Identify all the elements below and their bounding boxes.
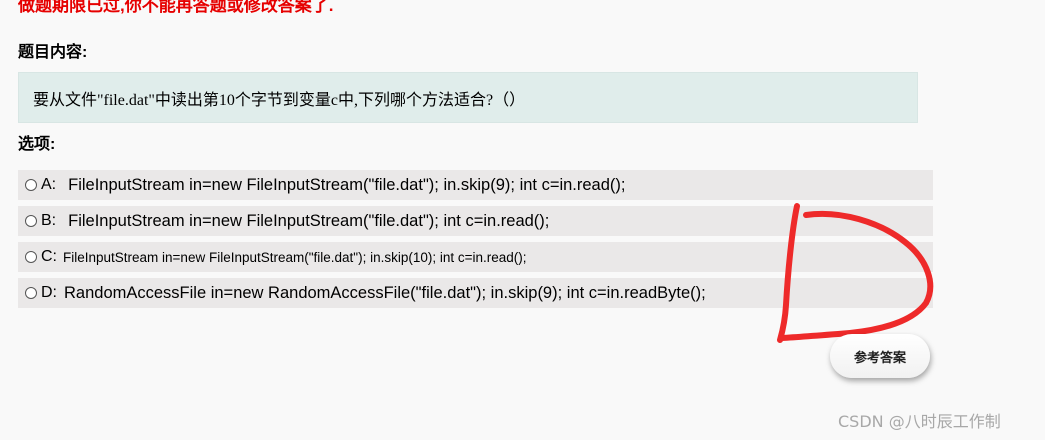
question-box: 要从文件"file.dat"中读出第10个字节到变量c中,下列哪个方法适合?（）: [18, 72, 918, 123]
radio-button[interactable]: [25, 215, 37, 227]
option-text: FileInputStream in=new FileInputStream("…: [68, 175, 626, 194]
reference-answer-button[interactable]: 参考答案: [830, 334, 930, 378]
question-label: 题目内容:: [18, 44, 88, 61]
option-letter: D:: [41, 284, 57, 301]
watermark: CSDN @八时辰工作制: [838, 412, 1001, 431]
radio-button[interactable]: [25, 179, 37, 191]
option-d[interactable]: D: RandomAccessFile in=new RandomAccessF…: [18, 278, 933, 308]
radio-button[interactable]: [25, 287, 37, 299]
option-text: RandomAccessFile in=new RandomAccessFile…: [64, 283, 706, 302]
option-b[interactable]: B: FileInputStream in=new FileInputStrea…: [18, 206, 933, 236]
option-a[interactable]: A: FileInputStream in=new FileInputStrea…: [18, 170, 933, 200]
option-text: FileInputStream in=new FileInputStream("…: [63, 249, 527, 265]
option-letter: A:: [41, 176, 57, 193]
option-letter: C:: [41, 248, 57, 265]
options-label: 选项:: [18, 136, 56, 153]
deadline-notice: 做题期限已过,你不能再答题或修改答案了.: [18, 0, 334, 15]
radio-button[interactable]: [25, 251, 37, 263]
question-text: 要从文件"file.dat"中读出第10个字节到变量c中,下列哪个方法适合?（）: [33, 91, 526, 109]
option-c[interactable]: C: FileInputStream in=new FileInputStrea…: [18, 242, 933, 272]
option-letter: B:: [41, 212, 57, 229]
option-text: FileInputStream in=new FileInputStream("…: [68, 211, 550, 230]
